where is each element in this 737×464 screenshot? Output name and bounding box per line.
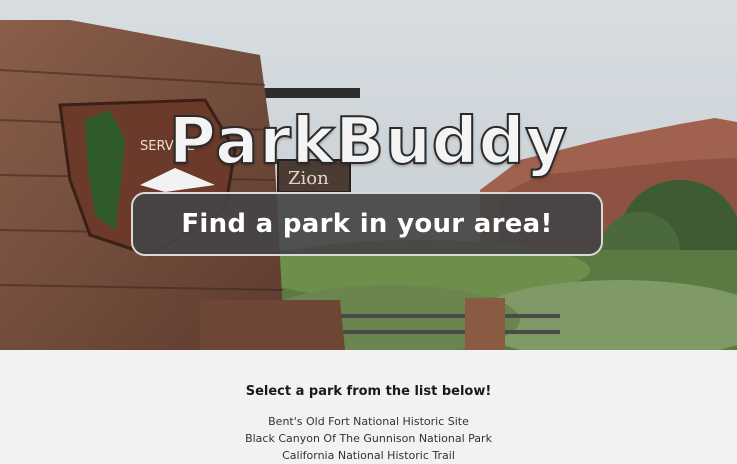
select-park-prompt: Select a park from the list below! [245, 384, 492, 399]
park-list-item[interactable]: Black Canyon Of The Gunnison National Pa… [0, 430, 737, 447]
park-list-section: Select a park from the list below! Bent'… [0, 350, 737, 464]
brand-title: ParkBuddy [168, 104, 569, 180]
park-list: Bent's Old Fort National Historic Site B… [0, 413, 737, 464]
find-park-button[interactable]: Find a park in your area! [131, 192, 603, 256]
hero-banner: SERVICE Zion ParkBuddy Find a park in yo… [0, 0, 737, 350]
park-list-item[interactable]: Bent's Old Fort National Historic Site [0, 413, 737, 430]
park-list-item[interactable]: California National Historic Trail [0, 447, 737, 464]
